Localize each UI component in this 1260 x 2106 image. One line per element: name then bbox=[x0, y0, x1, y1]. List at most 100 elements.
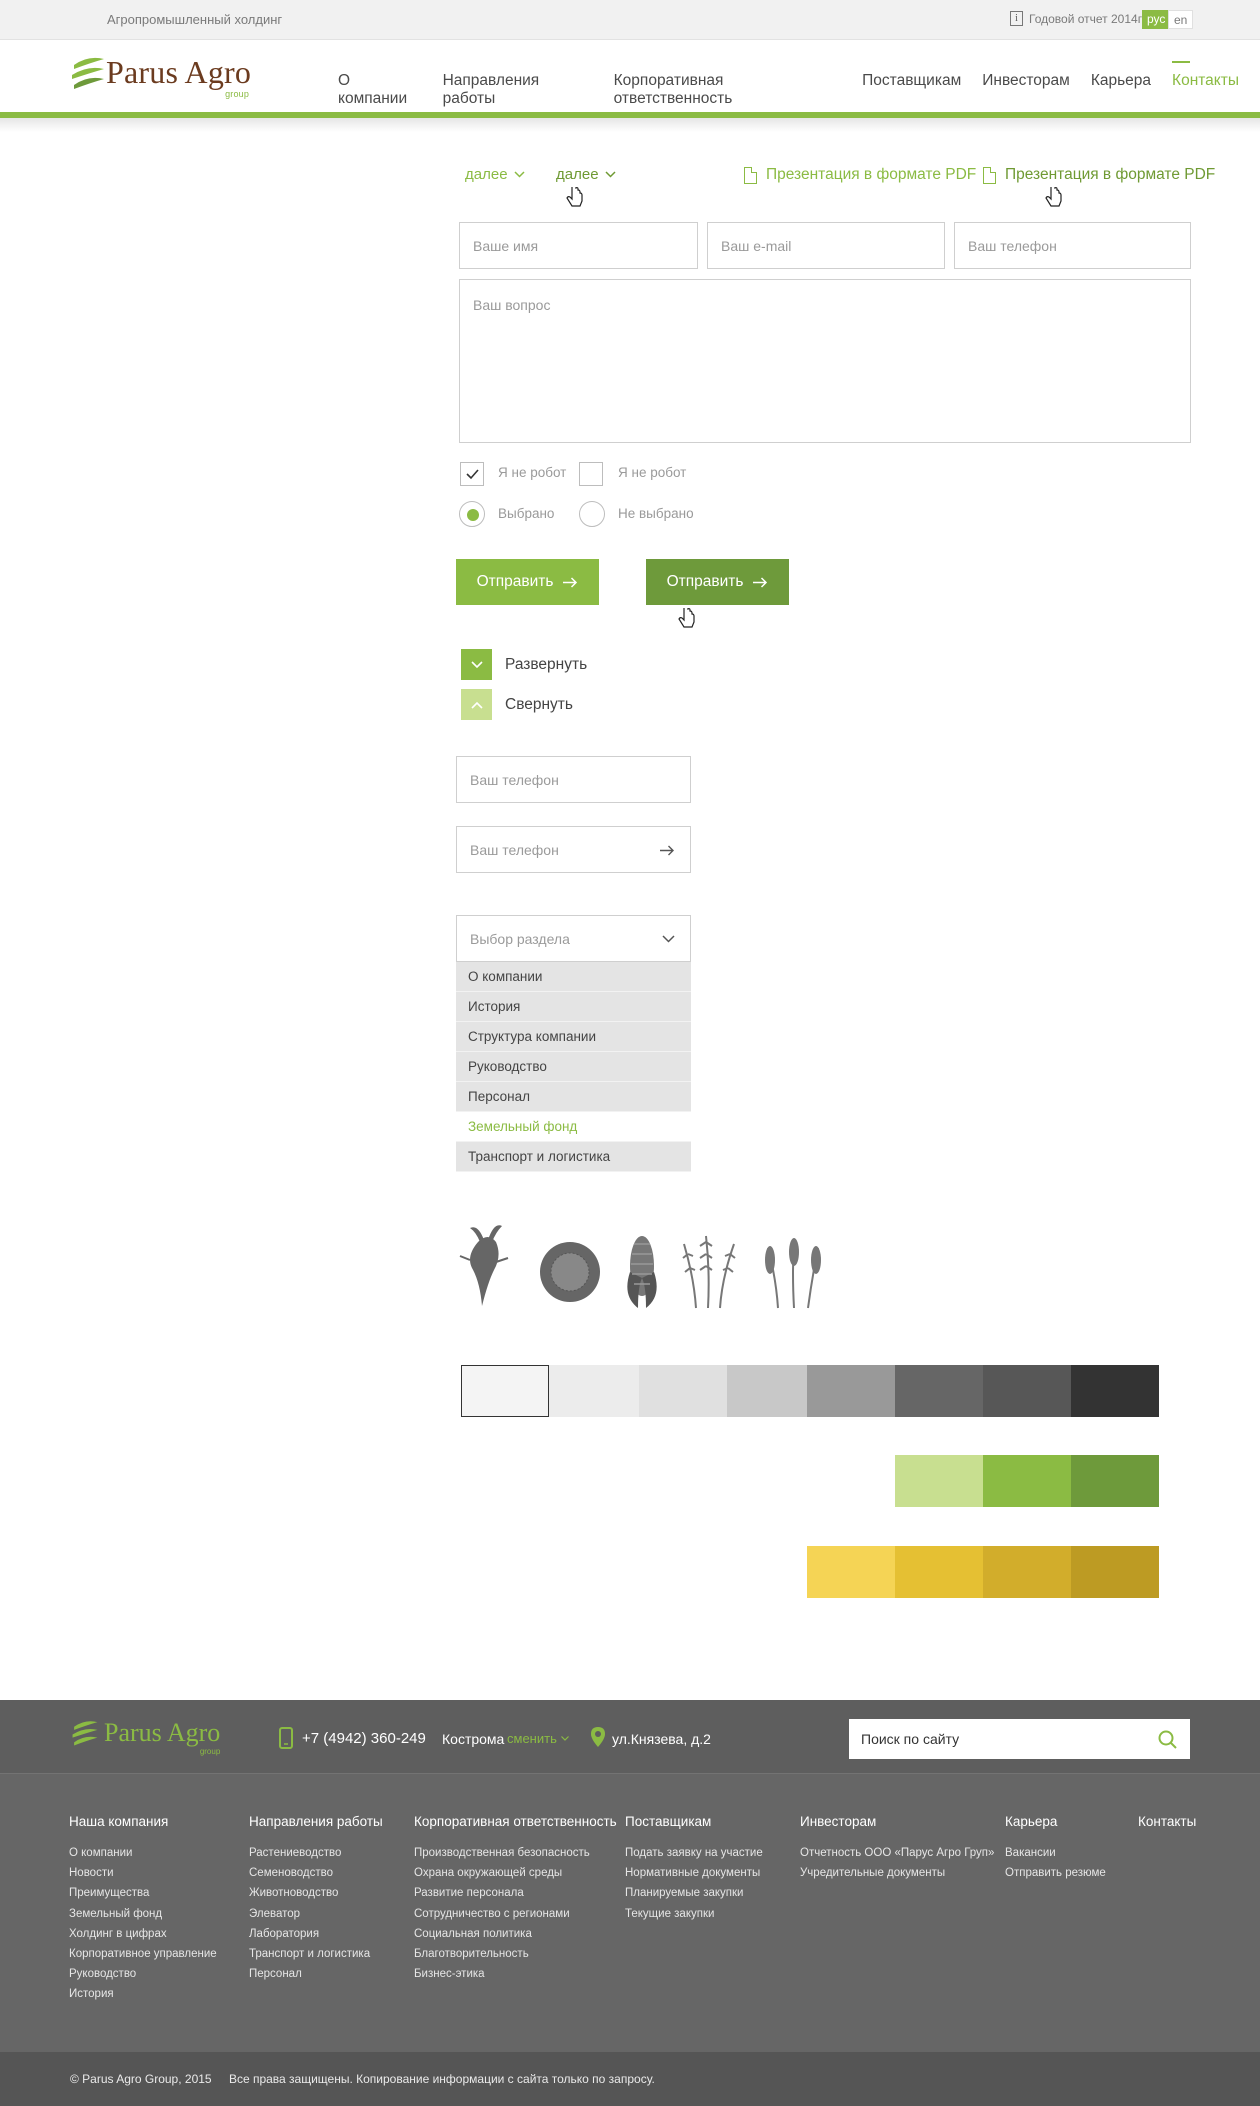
name-field[interactable] bbox=[459, 222, 698, 269]
footer-link[interactable]: Элеватор bbox=[249, 1904, 383, 1924]
more-dropdown-link-hover[interactable]: далее bbox=[556, 166, 616, 183]
swatch-yellow-1 bbox=[807, 1546, 895, 1598]
phone-input[interactable] bbox=[955, 223, 1190, 268]
logo[interactable]: Parus Agro group bbox=[70, 54, 251, 99]
robot-checkbox-checked[interactable] bbox=[460, 462, 484, 486]
change-city-link[interactable]: сменить bbox=[507, 1731, 569, 1746]
footer-link[interactable]: Нормативные документы bbox=[625, 1863, 763, 1883]
footer-link[interactable]: Текущие закупки bbox=[625, 1904, 763, 1924]
phone-input-small[interactable] bbox=[457, 757, 690, 802]
footer-col-title[interactable]: Корпоративная ответственность bbox=[414, 1814, 617, 1829]
footer-link[interactable]: Бизнес-этика bbox=[414, 1964, 617, 1984]
name-input[interactable] bbox=[460, 223, 697, 268]
collapse-label[interactable]: Свернуть bbox=[505, 696, 573, 714]
footer-link[interactable]: Семеноводство bbox=[249, 1863, 383, 1883]
nav-suppliers[interactable]: Поставщикам bbox=[862, 72, 961, 108]
expand-label[interactable]: Развернуть bbox=[505, 656, 587, 674]
footer-link[interactable]: Развитие персонала bbox=[414, 1883, 617, 1903]
lang-en-button[interactable]: en bbox=[1168, 10, 1194, 29]
footer-col-title[interactable]: Поставщикам bbox=[625, 1814, 763, 1829]
more-dropdown-link[interactable]: далее bbox=[465, 166, 525, 183]
footer-col-title[interactable]: Карьера bbox=[1005, 1814, 1106, 1829]
nav-about[interactable]: О компании bbox=[338, 72, 422, 108]
section-select[interactable]: Выбор раздела bbox=[456, 915, 691, 962]
footer-link[interactable]: Учредительные документы bbox=[800, 1863, 994, 1883]
collapse-button[interactable] bbox=[461, 689, 492, 720]
footer-link[interactable]: Транспорт и логистика bbox=[249, 1944, 383, 1964]
radio-unselected-label: Не выбрано bbox=[618, 506, 694, 521]
pdf-presentation-link-hover[interactable]: Презентация в формате PDF bbox=[983, 166, 1215, 184]
site-search[interactable] bbox=[849, 1719, 1190, 1759]
robot-checkbox-unchecked[interactable] bbox=[579, 462, 603, 486]
footer-link[interactable]: Животноводство bbox=[249, 1883, 383, 1903]
lang-ru-button[interactable]: рус bbox=[1142, 10, 1171, 29]
pdf-presentation-link[interactable]: Презентация в формате PDF bbox=[744, 166, 976, 184]
document-icon bbox=[744, 166, 757, 184]
footer-link[interactable]: Благотворительность bbox=[414, 1944, 617, 1964]
footer-link[interactable]: О компании bbox=[69, 1843, 217, 1863]
footer-link[interactable]: История bbox=[69, 1984, 217, 2004]
submit-button-hover[interactable]: Отправить bbox=[646, 559, 789, 605]
nav-directions[interactable]: Направления работы bbox=[443, 72, 593, 108]
footer-link[interactable]: Сотрудничество с регионами bbox=[414, 1904, 617, 1924]
footer-logo-text: Parus Agro group bbox=[104, 1718, 221, 1756]
phone-field[interactable] bbox=[954, 222, 1191, 269]
footer-col-title[interactable]: Контакты bbox=[1138, 1814, 1196, 1829]
robot-unchecked-label: Я не робот bbox=[618, 465, 687, 480]
arrow-right-icon[interactable] bbox=[660, 845, 675, 856]
footer-link[interactable]: Планируемые закупки bbox=[625, 1883, 763, 1903]
footer-link[interactable]: Новости bbox=[69, 1863, 217, 1883]
footer-phone[interactable]: +7 (4942) 360-249 bbox=[302, 1730, 426, 1747]
footer-link[interactable]: Персонал bbox=[249, 1964, 383, 1984]
select-option[interactable]: История bbox=[456, 992, 691, 1022]
radio-unselected[interactable] bbox=[579, 501, 605, 527]
expand-button[interactable] bbox=[461, 649, 492, 680]
tagline: Агропромышленный холдинг bbox=[107, 12, 283, 27]
footer-col-title[interactable]: Направления работы bbox=[249, 1814, 383, 1829]
footer-link[interactable]: Холдинг в цифрах bbox=[69, 1924, 217, 1944]
select-option[interactable]: Руководство bbox=[456, 1052, 691, 1082]
select-option[interactable]: Транспорт и логистика bbox=[456, 1142, 691, 1172]
footer-link[interactable]: Преимущества bbox=[69, 1883, 217, 1903]
email-input[interactable] bbox=[708, 223, 944, 268]
footer-link[interactable]: Подать заявку на участие bbox=[625, 1843, 763, 1863]
more-hover-label: далее bbox=[556, 166, 599, 183]
select-option[interactable]: О компании bbox=[456, 962, 691, 992]
nav-investors[interactable]: Инвесторам bbox=[982, 72, 1070, 108]
nav-contacts[interactable]: Контакты bbox=[1172, 61, 1239, 108]
footer-col-title[interactable]: Наша компания bbox=[69, 1814, 217, 1829]
site-search-input[interactable] bbox=[849, 1719, 1139, 1759]
annual-report-link[interactable]: i Годовой отчет 2014г bbox=[1010, 11, 1142, 26]
arrow-right-icon bbox=[753, 576, 768, 588]
select-option[interactable]: Персонал bbox=[456, 1082, 691, 1112]
question-textarea[interactable] bbox=[460, 280, 1190, 442]
main-nav: О компании Направления работы Корпоратив… bbox=[338, 61, 1260, 108]
footer-link[interactable]: Отчетность ООО «Парус Агро Груп» bbox=[800, 1843, 994, 1863]
footer-link[interactable]: Вакансии bbox=[1005, 1843, 1106, 1863]
footer-link[interactable]: Лаборатория bbox=[249, 1924, 383, 1944]
footer-link[interactable]: Земельный фонд bbox=[69, 1904, 217, 1924]
footer-link[interactable]: Социальная политика bbox=[414, 1924, 617, 1944]
phone-field-small[interactable] bbox=[456, 756, 691, 803]
select-dropdown-list: О компании История Структура компании Ру… bbox=[456, 962, 691, 1172]
question-field[interactable] bbox=[459, 279, 1191, 443]
footer-link[interactable]: Охрана окружающей среды bbox=[414, 1863, 617, 1883]
location-pin-icon bbox=[591, 1727, 605, 1747]
footer-link[interactable]: Руководство bbox=[69, 1964, 217, 1984]
radio-selected[interactable] bbox=[459, 501, 485, 527]
phone-field-with-arrow[interactable] bbox=[456, 826, 691, 873]
footer-col-title[interactable]: Инвесторам bbox=[800, 1814, 994, 1829]
footer-link[interactable]: Производственная безопасность bbox=[414, 1843, 617, 1863]
select-option-selected[interactable]: Земельный фонд bbox=[456, 1112, 691, 1142]
footer-logo[interactable]: Parus Agro group bbox=[70, 1718, 221, 1756]
footer-link[interactable]: Корпоративное управление bbox=[69, 1944, 217, 1964]
nav-career[interactable]: Карьера bbox=[1091, 72, 1151, 108]
email-field[interactable] bbox=[707, 222, 945, 269]
footer-link[interactable]: Растениеводство bbox=[249, 1843, 383, 1863]
phone-input-arrow[interactable] bbox=[457, 827, 647, 872]
submit-button[interactable]: Отправить bbox=[456, 559, 599, 605]
footer-link[interactable]: Отправить резюме bbox=[1005, 1863, 1106, 1883]
search-icon[interactable] bbox=[1158, 1730, 1177, 1749]
select-option[interactable]: Структура компании bbox=[456, 1022, 691, 1052]
nav-responsibility[interactable]: Корпоративная ответственность bbox=[614, 72, 841, 108]
